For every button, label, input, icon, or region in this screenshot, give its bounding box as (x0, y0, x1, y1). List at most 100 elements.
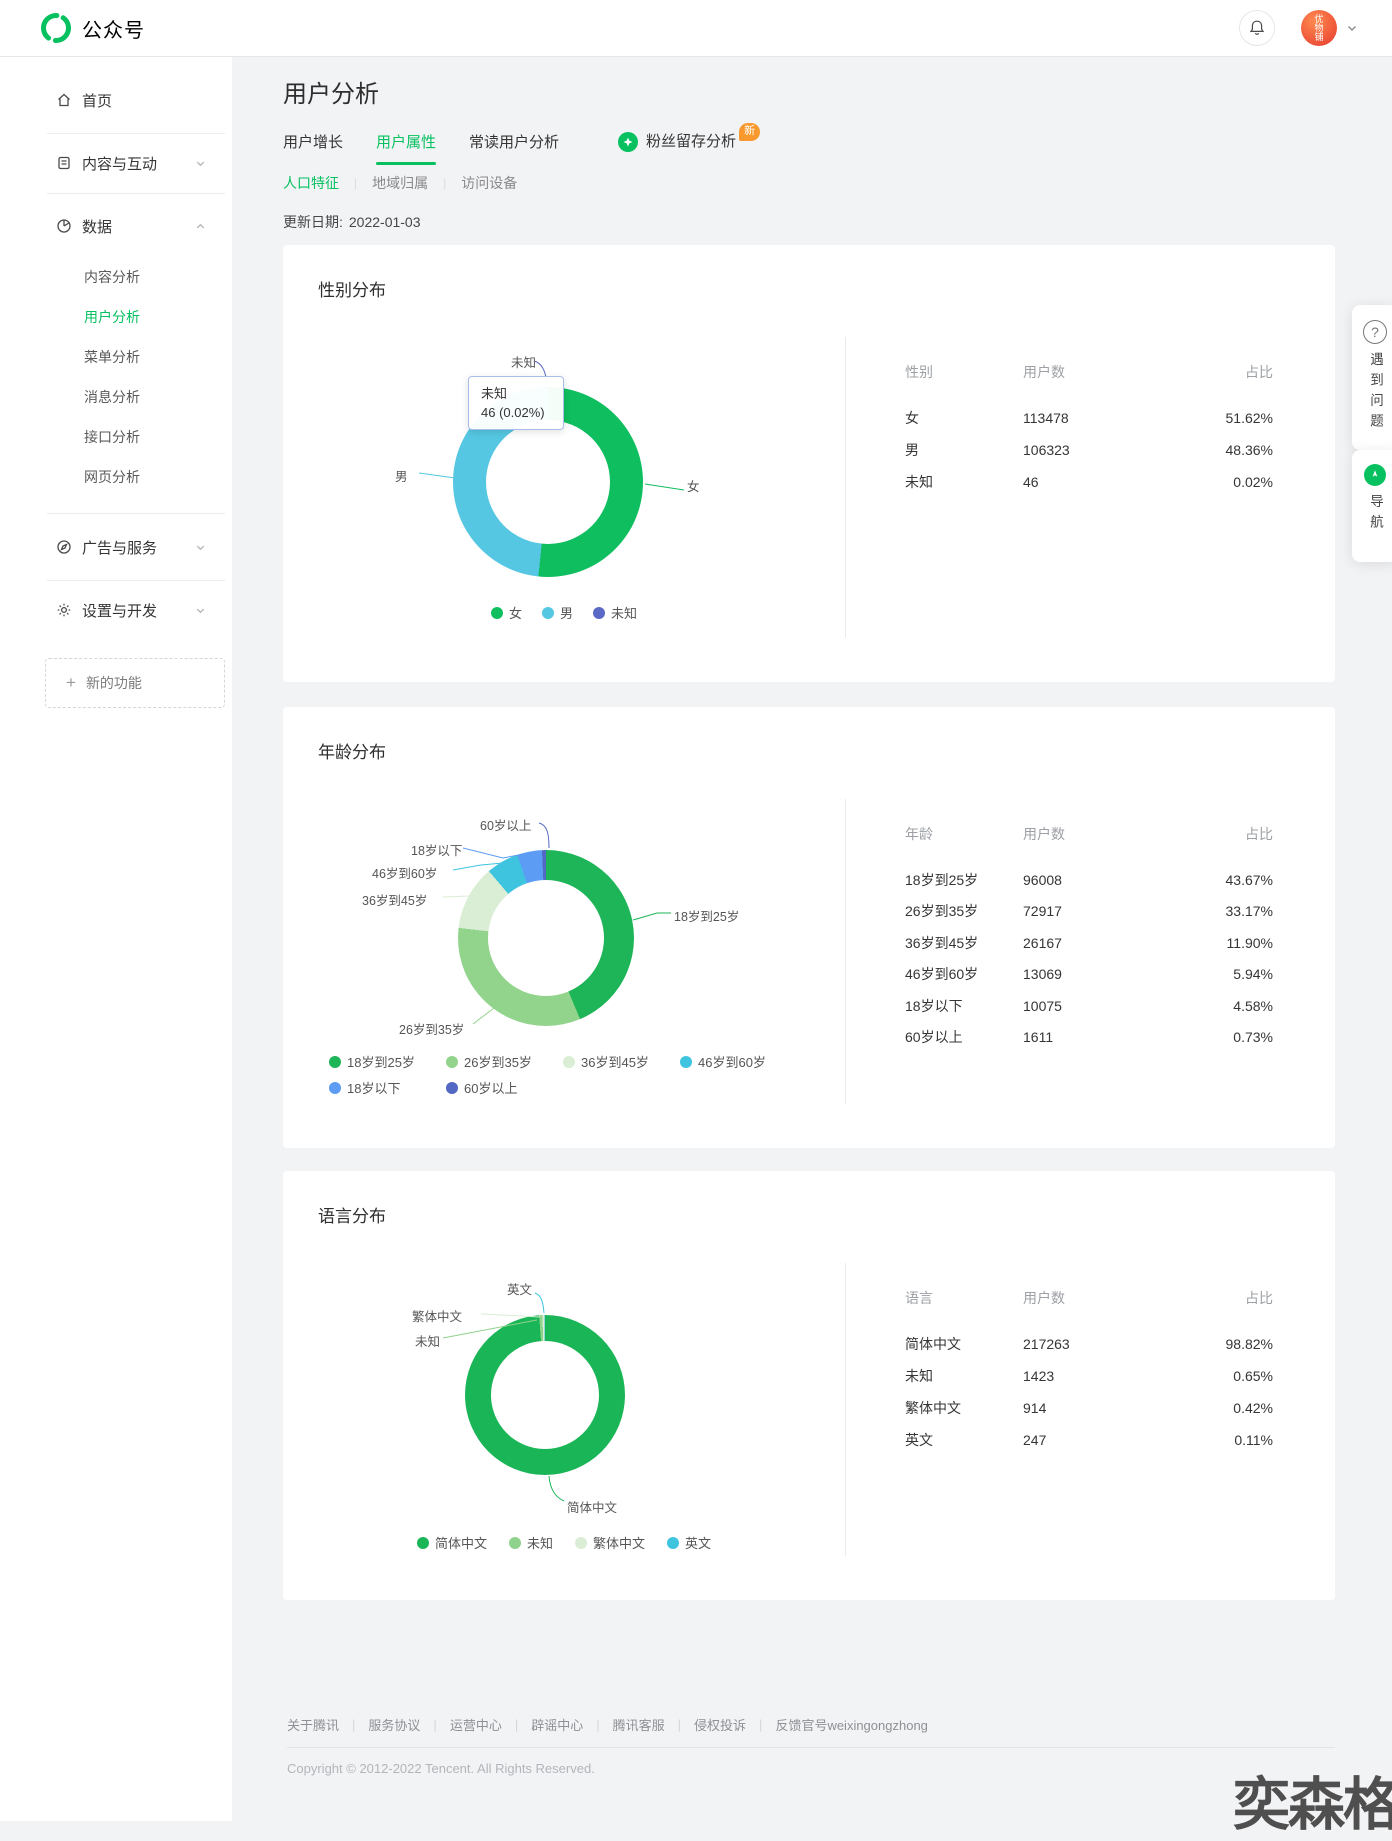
legend-dot (542, 607, 554, 619)
legend-label: 男 (560, 603, 573, 622)
age-chart: 60岁以上 18岁以下 46岁到60岁 36岁到45岁 26岁到35岁 18岁到… (283, 707, 845, 1148)
brand-title: 公众号 (82, 14, 145, 43)
legend-label: 女 (509, 603, 522, 622)
legend-dot (509, 1537, 521, 1549)
sidebar-subitem-message-analysis[interactable]: 消息分析 (0, 383, 232, 411)
plus-icon: + (66, 673, 76, 693)
pie-label: 60岁以上 (480, 815, 531, 834)
data-pie-icon (56, 218, 72, 234)
subtab-separator: | (443, 176, 446, 190)
legend-item[interactable]: 46岁到60岁 (680, 1052, 797, 1071)
new-badge: 新 (739, 123, 760, 141)
new-feature-label: 新的功能 (86, 673, 142, 693)
sidebar-subitem-content-analysis[interactable]: 内容分析 (0, 263, 232, 291)
footer-link[interactable]: 服务协议 (368, 1715, 420, 1734)
chevron-up-icon (195, 221, 206, 232)
gender-table: 性别 用户数 占比 女 113478 51.62% 男 106323 48.36… (905, 360, 1273, 498)
subtab-devices[interactable]: 访问设备 (461, 173, 517, 193)
footer-link[interactable]: 关于腾讯 (287, 1715, 339, 1734)
footer-link[interactable]: 侵权投诉 (694, 1715, 746, 1734)
age-donut-chart[interactable] (458, 850, 634, 1026)
card-divider (845, 1263, 846, 1556)
sidebar-subitem-api-analysis[interactable]: 接口分析 (0, 423, 232, 451)
table-row: 60岁以上 1611 0.73% (905, 1022, 1273, 1054)
sidebar-subitem-menu-analysis[interactable]: 菜单分析 (0, 343, 232, 371)
watermark-text: 奕森格 (1233, 1759, 1392, 1841)
legend-dot (680, 1056, 692, 1068)
pie-label-male: 男 (395, 466, 408, 485)
notification-bell-button[interactable] (1239, 10, 1275, 46)
language-table: 语言 用户数 占比 简体中文 217263 98.82% 未知 1423 0.6… (905, 1286, 1273, 1456)
chart-tooltip: 未知 46 (0.02%) (468, 376, 564, 430)
legend-item[interactable]: 18岁以下 (329, 1078, 446, 1097)
language-donut-chart[interactable] (465, 1315, 625, 1475)
col-header: 用户数 (1023, 362, 1173, 382)
legend-item[interactable]: 简体中文 (417, 1533, 487, 1552)
sidebar-item-ads-services[interactable]: 广告与服务 (0, 533, 232, 561)
legend-item[interactable]: 未知 (593, 603, 637, 622)
sidebar-item-content-interaction[interactable]: 内容与互动 (0, 149, 232, 177)
help-float-button[interactable]: ? 遇到问题 (1352, 305, 1392, 450)
legend-item[interactable]: 60岁以上 (446, 1078, 563, 1097)
sidebar-item-data[interactable]: 数据 (0, 212, 232, 240)
footer-divider (287, 1747, 1335, 1748)
legend-item[interactable]: 繁体中文 (575, 1533, 645, 1552)
sidebar-divider (47, 133, 225, 134)
tab-fan-retention[interactable]: 粉丝留存分析 新 (618, 132, 760, 165)
navigation-float-button[interactable]: 导航 (1352, 450, 1392, 562)
table-row: 英文 247 0.11% (905, 1424, 1273, 1456)
sidebar-item-home[interactable]: 首页 (0, 86, 232, 114)
legend-label: 未知 (611, 603, 637, 622)
language-distribution-card: 语言分布 英文 繁体中文 未知 简体中文 简体中文 未知 繁体中文 英文 (283, 1171, 1335, 1600)
new-feature-button[interactable]: + 新的功能 (45, 658, 225, 708)
card-divider (845, 799, 846, 1104)
chevron-down-icon (195, 542, 206, 553)
tooltip-value: 46 (0.02%) (481, 403, 551, 422)
subtab-separator: | (354, 176, 357, 190)
home-icon (56, 92, 72, 108)
sidebar-subitem-label: 网页分析 (84, 467, 140, 487)
footer-separator: | (352, 1717, 355, 1732)
legend-item[interactable]: 女 (491, 603, 522, 622)
footer-link[interactable]: 辟谣中心 (531, 1715, 583, 1734)
account-avatar[interactable]: 优 物 铺 (1301, 10, 1337, 46)
legend-item[interactable]: 未知 (509, 1533, 553, 1552)
col-header: 性别 (905, 362, 1023, 382)
legend-item[interactable]: 36岁到45岁 (563, 1052, 680, 1071)
legend-item[interactable]: 26岁到35岁 (446, 1052, 563, 1071)
account-chevron-down-icon[interactable] (1346, 22, 1358, 34)
tab-user-attributes[interactable]: 用户属性 (376, 131, 436, 165)
footer-link[interactable]: 反馈官号weixingongzhong (775, 1715, 927, 1734)
gender-chart: 未知 男 女 未知 46 (0.02%) 女 男 未知 (283, 245, 845, 682)
legend-dot (446, 1082, 458, 1094)
legend-label: 繁体中文 (593, 1533, 645, 1552)
help-label: 遇到问题 (1365, 352, 1385, 434)
brand-logo-link[interactable]: 公众号 (40, 0, 145, 56)
legend-item[interactable]: 18岁到25岁 (329, 1052, 446, 1071)
table-row: 26岁到35岁 72917 33.17% (905, 896, 1273, 928)
sidebar-subitem-webpage-analysis[interactable]: 网页分析 (0, 463, 232, 491)
subtab-region[interactable]: 地域归属 (372, 173, 428, 193)
tab-user-growth[interactable]: 用户增长 (283, 131, 343, 165)
pie-label-unknown: 未知 (511, 352, 536, 371)
donut-hole (491, 1341, 599, 1449)
legend-dot (417, 1537, 429, 1549)
subtab-demographics[interactable]: 人口特征 (283, 173, 339, 193)
language-chart: 英文 繁体中文 未知 简体中文 简体中文 未知 繁体中文 英文 (283, 1171, 845, 1600)
footer-link[interactable]: 腾讯客服 (613, 1715, 665, 1734)
navigation-icon (1364, 464, 1386, 486)
sidebar-subitem-label: 内容分析 (84, 267, 140, 287)
legend-dot (491, 607, 503, 619)
tab-regular-readers[interactable]: 常读用户分析 (469, 131, 559, 165)
legend-item[interactable]: 英文 (667, 1533, 711, 1552)
top-header: 公众号 优 物 铺 (0, 0, 1392, 57)
sidebar-item-settings-dev[interactable]: 设置与开发 (0, 596, 232, 624)
age-table: 年龄 用户数 占比 18岁到25岁 96008 43.67% 26岁到35岁 7… (905, 822, 1273, 1053)
pie-label: 未知 (415, 1331, 440, 1350)
sidebar-item-label: 首页 (82, 90, 112, 111)
sidebar-subitem-user-analysis[interactable]: 用户分析 (0, 303, 232, 331)
compass-icon (56, 539, 72, 555)
legend-item[interactable]: 男 (542, 603, 573, 622)
footer-link[interactable]: 运营中心 (450, 1715, 502, 1734)
sidebar-item-label: 数据 (82, 216, 112, 237)
